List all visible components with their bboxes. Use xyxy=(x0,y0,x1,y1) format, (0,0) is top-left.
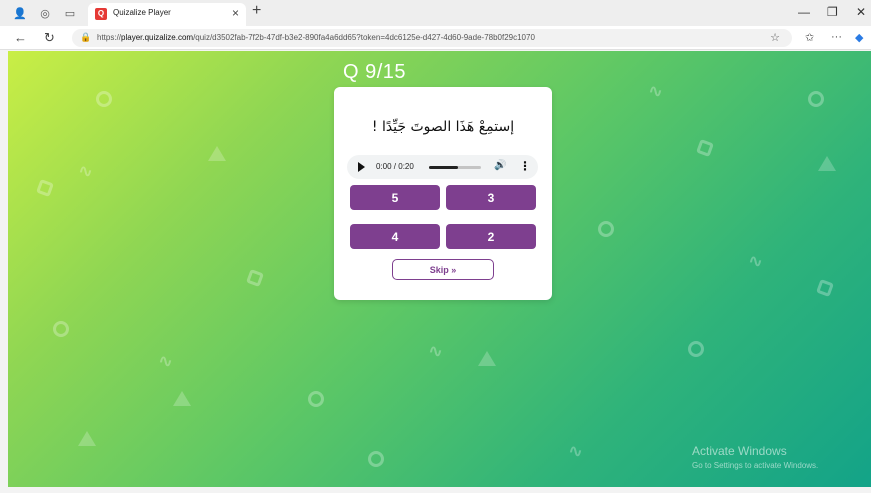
watermark-subtitle: Go to Settings to activate Windows. xyxy=(692,461,819,470)
answer-option-4[interactable]: 4 xyxy=(350,224,440,249)
quizalize-favicon-icon: Q xyxy=(95,8,107,20)
decor-squiggle-icon: ∿ xyxy=(648,81,664,101)
decor-squiggle-icon: ∿ xyxy=(428,341,444,361)
decor-circle-icon xyxy=(308,391,324,407)
copilot-icon[interactable]: ◆ xyxy=(855,31,863,44)
question-text: إستمِعْ هَذَا الصوتَ جَيِّدًا ! xyxy=(371,119,515,135)
audio-player[interactable]: 0:00 / 0:20 🔊 ⋮ xyxy=(347,155,538,179)
browser-tab-bar: 👤 ◎ ▭ Q Quizalize Player × + — ❐ ✕ xyxy=(0,0,871,26)
decor-circle-icon xyxy=(96,91,112,107)
decor-triangle-icon xyxy=(818,156,836,171)
decor-triangle-icon xyxy=(478,351,496,366)
close-window-button[interactable]: ✕ xyxy=(856,5,866,19)
decor-square-icon xyxy=(246,269,264,287)
decor-squiggle-icon: ∿ xyxy=(568,441,584,461)
decor-squiggle-icon: ∿ xyxy=(748,251,764,271)
audio-seek-fill xyxy=(429,166,458,169)
decor-square-icon xyxy=(816,279,834,297)
play-icon[interactable] xyxy=(358,162,365,172)
decor-circle-icon xyxy=(368,451,384,467)
decor-circle-icon xyxy=(598,221,614,237)
refresh-icon[interactable]: ↻ xyxy=(44,30,55,46)
decor-triangle-icon xyxy=(208,146,226,161)
audio-seek-bar[interactable] xyxy=(429,166,481,169)
page-bottom-edge xyxy=(0,487,871,493)
restore-button[interactable]: ❐ xyxy=(827,5,838,19)
new-tab-button[interactable]: + xyxy=(252,2,261,20)
tab-quizalize[interactable]: Q Quizalize Player × xyxy=(88,3,246,26)
decor-square-icon xyxy=(36,179,54,197)
decor-circle-icon xyxy=(688,341,704,357)
minimize-button[interactable]: — xyxy=(798,5,810,19)
decor-triangle-icon xyxy=(78,431,96,446)
tab-close-icon[interactable]: × xyxy=(232,6,239,20)
address-bar-row: ← ↻ 🔒 https://player.quizalize.com/quiz/… xyxy=(0,26,871,50)
watermark-title: Activate Windows xyxy=(692,444,787,458)
tab-actions-icon[interactable]: ▭ xyxy=(62,5,78,21)
favorite-star-icon[interactable]: ☆ xyxy=(770,31,780,44)
skip-button[interactable]: Skip » xyxy=(392,259,494,280)
profile-icon[interactable]: 👤 xyxy=(12,5,28,21)
quiz-page: ∿ ∿ ∿ ∿ ∿ ∿ Q 9/15 إستمِعْ هَذَا الصوتَ … xyxy=(8,51,871,487)
decor-squiggle-icon: ∿ xyxy=(158,351,174,371)
favorites-icon[interactable]: ✩ xyxy=(805,31,814,44)
more-menu-icon[interactable]: ··· xyxy=(831,31,842,43)
audio-more-options-icon[interactable]: ⋮ xyxy=(519,159,531,173)
answer-option-5[interactable]: 5 xyxy=(350,185,440,210)
site-info-icon[interactable]: 🔒 xyxy=(80,32,91,43)
workspaces-icon[interactable]: ◎ xyxy=(37,5,53,21)
decor-circle-icon xyxy=(53,321,69,337)
answer-option-2[interactable]: 2 xyxy=(446,224,536,249)
decor-square-icon xyxy=(696,139,714,157)
tab-title: Quizalize Player xyxy=(113,8,171,17)
question-card: إستمِعْ هَذَا الصوتَ جَيِّدًا ! 0:00 / 0… xyxy=(334,87,552,300)
activate-windows-watermark: Activate Windows Go to Settings to activ… xyxy=(692,444,818,470)
audio-time: 0:00 / 0:20 xyxy=(376,162,414,171)
volume-icon[interactable]: 🔊 xyxy=(494,160,506,171)
answer-option-3[interactable]: 3 xyxy=(446,185,536,210)
url-text: https://player.quizalize.com/quiz/d3502f… xyxy=(97,33,535,42)
decor-squiggle-icon: ∿ xyxy=(78,161,94,181)
url-field[interactable]: 🔒 https://player.quizalize.com/quiz/d350… xyxy=(72,29,792,47)
back-arrow-icon[interactable]: ← xyxy=(14,30,27,45)
question-counter: Q 9/15 xyxy=(343,61,407,83)
decor-circle-icon xyxy=(808,91,824,107)
decor-triangle-icon xyxy=(173,391,191,406)
